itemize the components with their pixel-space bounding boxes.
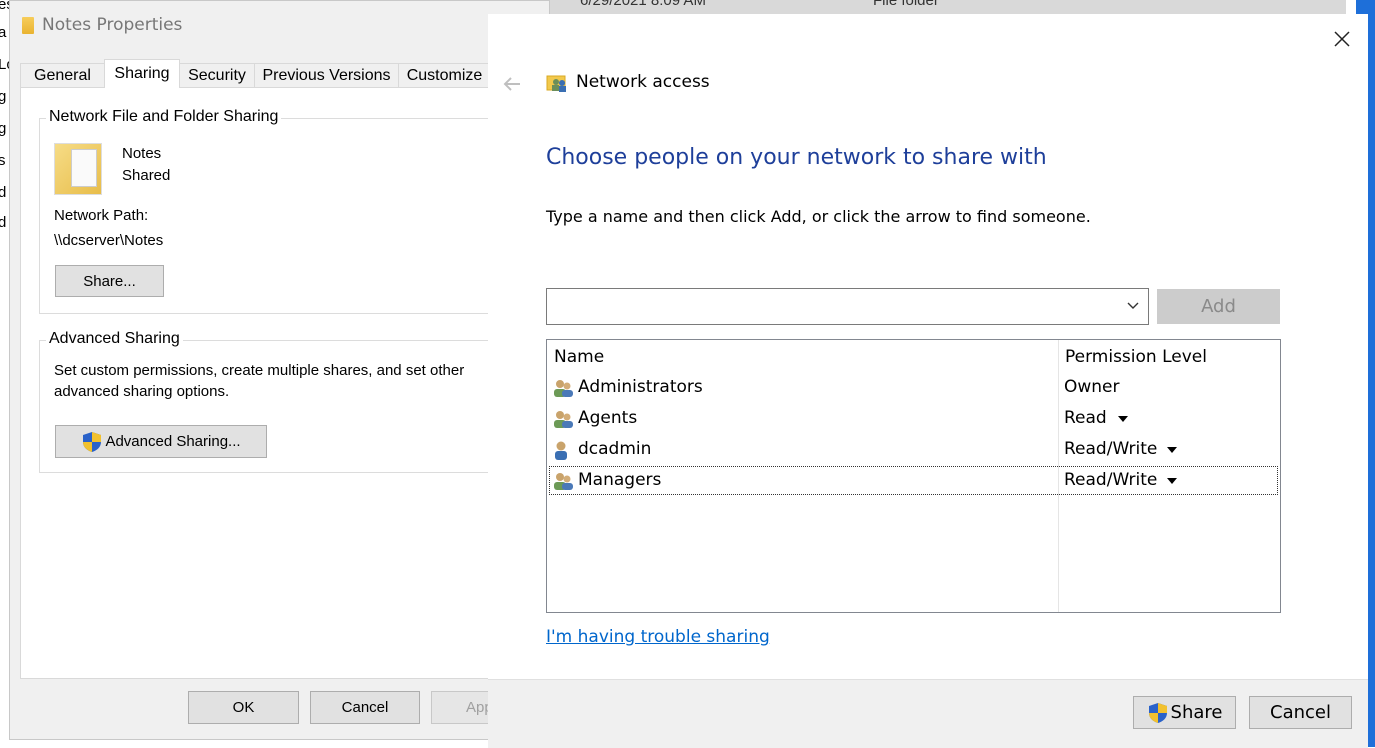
share-submit-button[interactable]: Share xyxy=(1133,696,1236,729)
column-header-permission[interactable]: Permission Level xyxy=(1065,347,1207,367)
network-sharing-group: Network File and Folder Sharing Notes Sh… xyxy=(39,108,539,314)
wizard-heading: Choose people on your network to share w… xyxy=(546,145,1047,170)
ok-button[interactable]: OK xyxy=(188,691,299,724)
explorer-left-pane-edge: es a Lo g g s d d xyxy=(0,0,9,747)
list-item-selected[interactable]: Managers Read/Write xyxy=(549,466,1278,495)
list-item[interactable]: Agents Read xyxy=(549,404,1278,433)
tab-general[interactable]: General xyxy=(20,63,105,87)
group-legend: Network File and Folder Sharing xyxy=(46,108,282,126)
wizard-title-text: Network access xyxy=(576,72,710,92)
tab-security[interactable]: Security xyxy=(179,63,255,87)
folder-icon xyxy=(22,16,34,34)
left-pane-text: a xyxy=(0,24,7,41)
wizard-instruction: Type a name and then click Add, or click… xyxy=(546,207,1091,226)
add-button[interactable]: Add xyxy=(1157,289,1280,324)
properties-title: Notes Properties xyxy=(42,15,183,35)
shared-folder-icon xyxy=(54,143,102,195)
properties-dialog: Notes Properties General Sharing Securit… xyxy=(9,0,550,740)
permission-dropdown-caret-icon[interactable] xyxy=(1167,478,1177,484)
share-status: Shared xyxy=(122,167,171,184)
network-path-value: \\dcserver\Notes xyxy=(54,232,164,249)
uac-shield-icon xyxy=(1148,702,1167,723)
left-pane-text: Lo xyxy=(0,56,9,73)
row-name: dcadmin xyxy=(578,439,652,459)
user-icon xyxy=(555,441,567,460)
network-access-wizard: Network access Choose people on your net… xyxy=(488,14,1368,748)
tab-label: General xyxy=(34,66,91,84)
group-icon xyxy=(554,473,573,490)
left-pane-text: g xyxy=(0,88,7,105)
folder-name: Notes xyxy=(122,145,162,162)
properties-title-bar[interactable]: Notes Properties xyxy=(22,13,182,37)
user-name-combobox[interactable] xyxy=(546,288,1149,325)
back-arrow-icon[interactable] xyxy=(500,72,524,96)
close-icon[interactable] xyxy=(1330,27,1354,51)
permission-dropdown-caret-icon[interactable] xyxy=(1118,416,1128,422)
permission-dropdown-caret-icon[interactable] xyxy=(1167,447,1177,453)
tab-previous-versions[interactable]: Previous Versions xyxy=(254,63,399,87)
advanced-sharing-label: Advanced Sharing... xyxy=(105,433,241,450)
network-path-label: Network Path: xyxy=(54,207,149,224)
share-button[interactable]: Share... xyxy=(55,265,164,297)
advanced-sharing-description: advanced sharing options. xyxy=(54,383,230,400)
explorer-file-row[interactable]: 6/29/2021 8:09 AM File folder xyxy=(550,0,1346,14)
list-item[interactable]: Administrators Owner xyxy=(549,373,1278,402)
group-legend: Advanced Sharing xyxy=(46,330,183,348)
tab-label: Sharing xyxy=(114,65,170,82)
row-name: Managers xyxy=(578,470,662,490)
share-submit-label: Share xyxy=(1170,702,1223,723)
tab-label: Previous Versions xyxy=(262,66,391,84)
tab-label: Customize xyxy=(406,66,483,84)
tab-sharing[interactable]: Sharing xyxy=(104,59,180,88)
cancel-button[interactable]: Cancel xyxy=(310,691,420,724)
uac-shield-icon xyxy=(83,431,102,452)
file-row-date: 6/29/2021 8:09 AM xyxy=(580,0,706,9)
row-permission-dropdown[interactable]: Read/Write xyxy=(1064,470,1157,490)
group-icon xyxy=(554,380,573,397)
permissions-list: Name Permission Level Administrators Own… xyxy=(546,339,1281,613)
wizard-cancel-button[interactable]: Cancel xyxy=(1249,696,1352,729)
advanced-sharing-button[interactable]: Advanced Sharing... xyxy=(55,425,267,458)
tab-label: Security xyxy=(188,66,246,84)
sharing-tab-page: Network File and Folder Sharing Notes Sh… xyxy=(20,87,550,679)
left-pane-text: s xyxy=(0,152,6,169)
tab-customize[interactable]: Customize xyxy=(398,63,491,87)
row-permission-dropdown[interactable]: Read xyxy=(1064,408,1107,428)
group-icon xyxy=(554,411,573,428)
row-name: Administrators xyxy=(578,377,703,397)
wizard-title: Network access xyxy=(546,71,710,93)
file-row-type: File folder xyxy=(873,0,939,9)
network-folder-icon xyxy=(546,75,566,92)
list-item[interactable]: dcadmin Read/Write xyxy=(549,435,1278,464)
chevron-down-icon[interactable] xyxy=(1126,299,1140,313)
trouble-sharing-link[interactable]: I'm having trouble sharing xyxy=(546,627,770,647)
left-pane-text: d xyxy=(0,184,7,201)
row-permission: Owner xyxy=(1064,377,1120,397)
row-permission-dropdown[interactable]: Read/Write xyxy=(1064,439,1157,459)
wizard-footer xyxy=(488,679,1368,748)
row-name: Agents xyxy=(578,408,638,428)
left-pane-text: g xyxy=(0,120,7,137)
advanced-sharing-group: Advanced Sharing Set custom permissions,… xyxy=(39,330,539,473)
column-header-name[interactable]: Name xyxy=(554,347,604,367)
left-pane-text: es xyxy=(0,0,9,13)
left-pane-text: d xyxy=(0,214,7,231)
advanced-sharing-description: Set custom permissions, create multiple … xyxy=(54,362,465,379)
